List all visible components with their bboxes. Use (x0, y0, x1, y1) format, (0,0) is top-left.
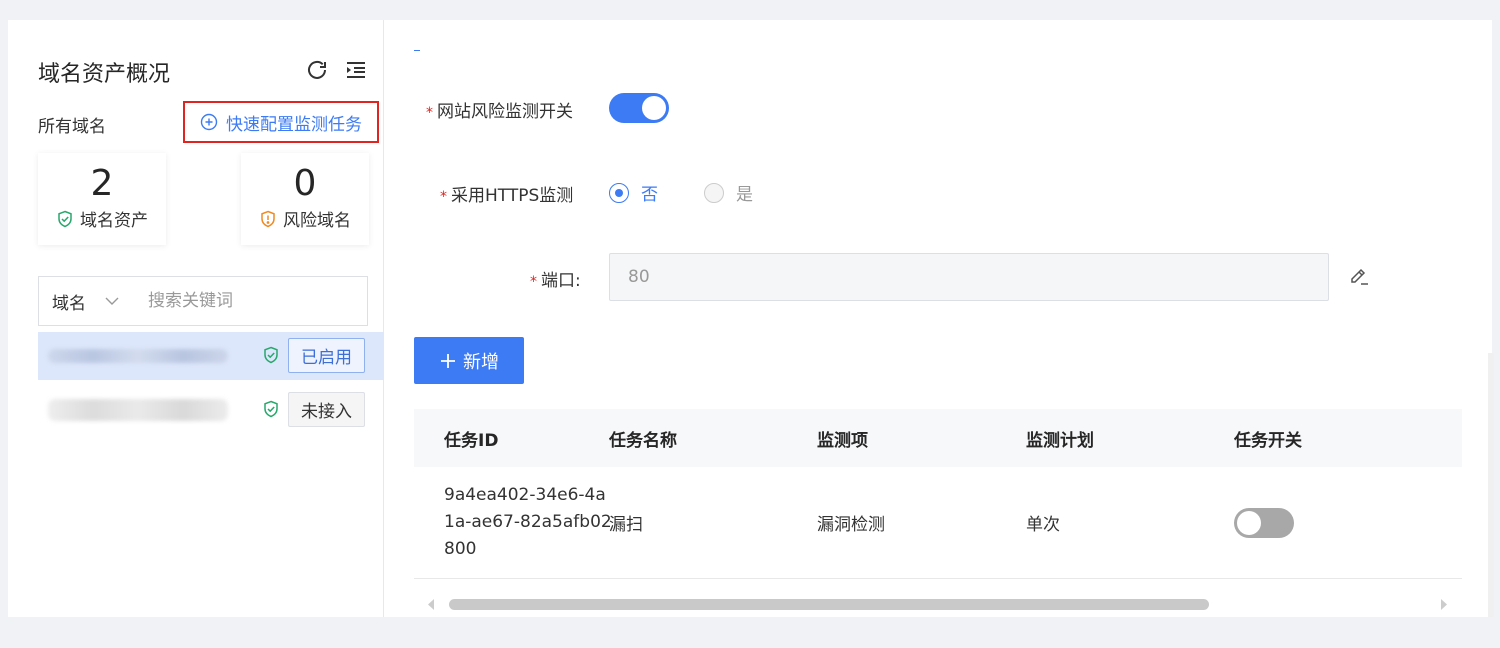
col-header-monitor-item: 监测项 (817, 430, 868, 451)
domain-overview-panel: 域名资产概况 所有域名 快速配置监测任务 2 域名资产 0 风险域名 域名 搜索… (8, 20, 384, 617)
status-badge: 未接入 (288, 392, 365, 427)
all-domains-label: 所有域名 (38, 117, 106, 137)
stat-label: 风险域名 (283, 211, 351, 231)
plus-icon (441, 353, 455, 368)
search-field-select[interactable]: 域名 (39, 289, 136, 314)
search-input[interactable] (136, 291, 367, 311)
monitor-plan-cell: 单次 (1026, 515, 1060, 535)
task-name-cell: 漏扫 (609, 515, 643, 535)
quick-config-task-link[interactable]: 快速配置监测任务 (183, 101, 379, 143)
stat-label: 域名资产 (80, 211, 148, 231)
chevron-down-icon (105, 297, 119, 305)
quick-config-label: 快速配置监测任务 (226, 114, 362, 135)
col-header-monitor-plan: 监测计划 (1026, 430, 1094, 451)
task-enable-switch[interactable] (1234, 507, 1294, 538)
table-header: 任务ID 任务名称 监测项 监测计划 任务开关 (414, 409, 1462, 467)
horizontal-scrollbar[interactable] (414, 597, 1462, 611)
risk-monitor-switch[interactable] (609, 93, 669, 123)
scroll-left-icon[interactable] (426, 598, 436, 611)
stat-value: 2 (90, 163, 114, 204)
domain-list-item[interactable]: 已启用 (38, 332, 384, 380)
vertical-scrollbar[interactable] (1488, 353, 1494, 617)
col-header-task-name: 任务名称 (609, 430, 677, 451)
table-row: 9a4ea402-34e6-4a1a-ae67-82a5afb02800 漏扫 … (414, 467, 1462, 579)
domain-list-item[interactable]: 未接入 (38, 386, 384, 434)
stat-value: 0 (293, 163, 317, 204)
https-option-yes[interactable]: 是 (704, 180, 753, 205)
domain-search: 域名 (38, 276, 368, 326)
port-input[interactable]: 80 (609, 253, 1329, 301)
shield-check-icon (264, 346, 278, 364)
task-id-cell: 9a4ea402-34e6-4a1a-ae67-82a5afb02800 (444, 485, 612, 559)
add-task-button[interactable]: 新增 (414, 337, 524, 384)
port-label: * 端口: (530, 271, 581, 291)
edit-icon[interactable] (1348, 264, 1370, 290)
search-field-value: 域名 (52, 293, 86, 314)
plus-circle-icon (200, 113, 218, 131)
scroll-right-icon[interactable] (1439, 598, 1449, 611)
shield-check-icon (264, 400, 278, 418)
risk-switch-label: * 网站风险监测开关 (426, 102, 573, 122)
redacted-domain-name (48, 399, 228, 421)
col-header-task-id: 任务ID (444, 430, 499, 451)
redacted-domain-name (48, 349, 228, 363)
task-table: 任务ID 任务名称 监测项 监测计划 任务开关 9a4ea402-34e6-4a… (414, 409, 1462, 579)
status-badge: 已启用 (288, 338, 365, 373)
shield-alert-icon (261, 210, 275, 227)
col-header-task-switch: 任务开关 (1234, 430, 1302, 451)
monitor-item-cell: 漏洞检测 (817, 515, 885, 535)
stat-domain-assets[interactable]: 2 域名资产 (38, 153, 166, 245)
https-option-no[interactable]: 否 (609, 180, 658, 205)
top-indicator (414, 50, 420, 51)
scrollbar-thumb[interactable] (449, 599, 1209, 610)
shield-check-icon (58, 210, 72, 227)
collapse-menu-icon[interactable] (344, 58, 368, 82)
https-label: * 采用HTTPS监测 (440, 186, 574, 206)
main-card: 域名资产概况 所有域名 快速配置监测任务 2 域名资产 0 风险域名 域名 搜索… (8, 20, 1494, 617)
stat-risk-domains[interactable]: 0 风险域名 (241, 153, 369, 245)
refresh-icon[interactable] (305, 58, 329, 82)
panel-title: 域名资产概况 (38, 62, 171, 87)
